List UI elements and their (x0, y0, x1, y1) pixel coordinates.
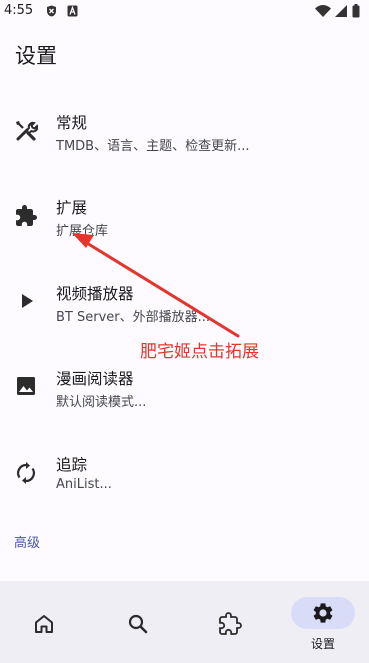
annotation-arrow (72, 233, 240, 338)
nav-settings-label: 设置 (310, 637, 335, 651)
search-icon (128, 614, 148, 634)
puzzle-icon (219, 612, 242, 635)
nav-extensions[interactable] (184, 581, 276, 663)
bottom-nav: 设置 (0, 581, 369, 663)
nav-search[interactable] (92, 581, 184, 663)
nav-settings[interactable]: 设置 (277, 581, 369, 663)
gear-icon (313, 603, 333, 623)
annotation-text: 肥宅姬点击拓展 (140, 342, 259, 362)
nav-home[interactable] (0, 581, 92, 663)
home-icon (35, 615, 53, 633)
